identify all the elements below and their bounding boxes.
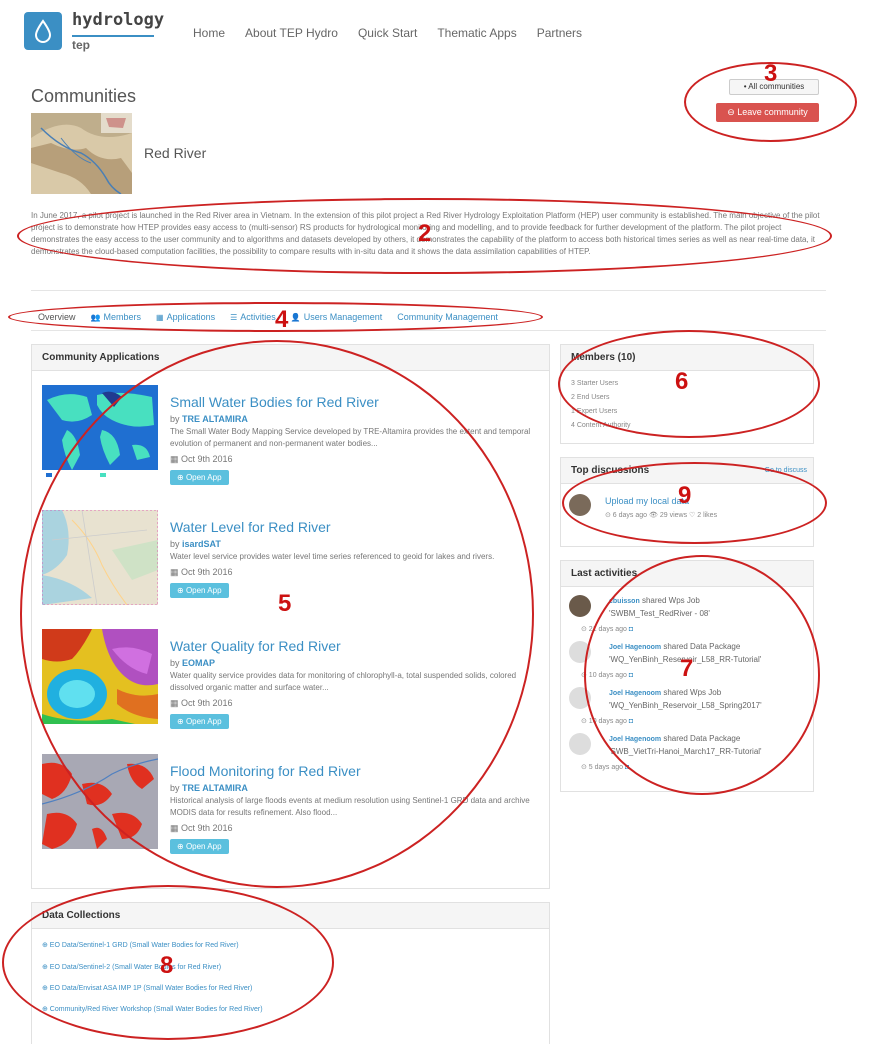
annotation-number: 4 [275, 306, 289, 333]
logo-subtitle: tep [72, 35, 154, 52]
page-title: Communities [31, 86, 137, 106]
activity-user[interactable]: Joel Hagenoom [609, 644, 661, 651]
tab-activities[interactable]: ☰ Activities [230, 312, 276, 322]
discussion-meta: ⊙ 6 days ago 👁 29 views ♡ 2 likes [605, 512, 718, 519]
activity-target: 'SWB_VietTri-Hanoi_March17_RR-Tutorial' [609, 747, 762, 756]
community-map-image [31, 113, 132, 194]
panel-title: Data Collections [32, 903, 549, 929]
app-description: Water quality service provides data for … [170, 671, 517, 692]
share-icon[interactable]: ◘ [629, 672, 633, 679]
tab-overview[interactable]: Overview [38, 312, 76, 322]
tab-members[interactable]: 👥 Members [91, 312, 141, 322]
annotation-number: 7 [680, 655, 694, 682]
nav-thematic-apps[interactable]: Thematic Apps [437, 26, 516, 40]
panel-title: Community Applications [32, 345, 549, 371]
divider [31, 330, 826, 331]
app-description: Historical analysis of large floods even… [170, 796, 530, 817]
activity-user[interactable]: Joel Hagenoom [609, 736, 661, 743]
go-to-discuss-link[interactable]: Go to discuss [765, 458, 807, 484]
activity-target: 'SWBM_Test_RedRiver - 08' [609, 609, 710, 618]
open-app-button[interactable]: ⊕ Open App [170, 839, 229, 854]
app-author[interactable]: isardSAT [182, 539, 221, 549]
member-count-line: 4 Content Authority [571, 422, 631, 429]
logo-title[interactable]: hydrology [72, 10, 164, 30]
app-date: Oct 9th 2016 [181, 698, 233, 708]
globe-icon: ⊕ [177, 717, 186, 726]
panel-title: Last activities [561, 561, 813, 587]
globe-icon: ⊕ [177, 586, 186, 595]
data-collections-panel: Data Collections ⊕ EO Data/Sentinel-1 GR… [31, 902, 550, 1044]
annotation-number: 9 [678, 482, 692, 509]
tab-applications[interactable]: ▦ Applications [156, 312, 215, 322]
app-title[interactable]: Flood Monitoring for Red River [170, 763, 535, 779]
member-count-line: 1 Expert Users [571, 408, 618, 415]
data-collection-link[interactable]: ⊕ EO Data/Envisat ASA IMP 1P (Small Wate… [42, 984, 252, 992]
logo-icon[interactable] [24, 12, 62, 50]
nav-home[interactable]: Home [193, 26, 225, 40]
annotation-number: 6 [675, 368, 689, 395]
activity-user[interactable]: cbuisson [609, 598, 640, 605]
avatar [569, 733, 591, 755]
app-title[interactable]: Small Water Bodies for Red River [170, 394, 535, 410]
calendar-icon: ▦ [170, 823, 182, 833]
app-date: Oct 9th 2016 [181, 454, 233, 464]
data-collection-link[interactable]: ⊕ EO Data/Sentinel-2 (Small Water Bodies… [42, 963, 221, 971]
avatar [569, 595, 591, 617]
header: hydrology tep Home About TEP Hydro Quick… [0, 0, 872, 70]
share-icon[interactable]: ◘ [625, 764, 629, 771]
annotation-number: 2 [418, 220, 432, 247]
app-date: Oct 9th 2016 [181, 823, 233, 833]
globe-icon: ⊕ [177, 473, 186, 482]
app-title[interactable]: Water Quality for Red River [170, 638, 535, 654]
avatar [569, 494, 591, 516]
app-date: Oct 9th 2016 [181, 567, 233, 577]
annotation-number: 5 [278, 590, 292, 617]
app-thumbnail[interactable] [42, 385, 158, 480]
avatar [569, 687, 591, 709]
app-title[interactable]: Water Level for Red River [170, 519, 535, 535]
community-tabs: Overview 👥 Members ▦ Applications ☰ Activit… [38, 312, 498, 322]
divider [31, 290, 826, 291]
app-thumbnail[interactable] [42, 629, 158, 724]
annotation-number: 3 [764, 60, 778, 87]
calendar-icon: ▦ [170, 567, 182, 577]
app-description: Water level service provides water level… [170, 552, 495, 561]
panel-title: Top discussions [571, 465, 650, 476]
tab-community-management[interactable]: Community Management [397, 312, 498, 322]
nav-quick-start[interactable]: Quick Start [358, 26, 417, 40]
calendar-icon: ▦ [170, 454, 182, 464]
app-author[interactable]: EOMAP [182, 658, 215, 668]
avatar [569, 641, 591, 663]
app-thumbnail[interactable] [42, 510, 158, 605]
share-icon[interactable]: ◘ [629, 626, 633, 633]
app-author[interactable]: TRE ALTAMIRA [182, 783, 248, 793]
nav-partners[interactable]: Partners [537, 26, 582, 40]
user-plus-icon: 👤 [290, 313, 301, 322]
app-thumbnail[interactable] [42, 754, 158, 849]
share-icon[interactable]: ◘ [629, 718, 633, 725]
book-icon: ▦ [156, 313, 164, 322]
data-collection-link[interactable]: ⊕ EO Data/Sentinel-1 GRD (Small Water Bo… [42, 941, 239, 949]
globe-icon: ⊕ [177, 842, 186, 851]
open-app-button[interactable]: ⊕ Open App [170, 714, 229, 729]
data-collection-link[interactable]: ⊕ Community/Red River Workshop (Small Wa… [42, 1005, 263, 1013]
calendar-icon: ▦ [170, 698, 182, 708]
open-app-button[interactable]: ⊕ Open App [170, 583, 229, 598]
users-icon: 👥 [90, 313, 101, 322]
app-description: The Small Water Body Mapping Service dev… [170, 427, 531, 448]
discussion-topic-link[interactable]: Upload my local data [605, 496, 689, 506]
activity-user[interactable]: Joel Hagenoom [609, 690, 661, 697]
open-app-button[interactable]: ⊕ Open App [170, 470, 229, 485]
leave-community-button[interactable]: ⊖ Leave community [716, 103, 819, 122]
annotation-number: 8 [160, 952, 174, 979]
tab-users-management[interactable]: 👤 Users Management [291, 312, 383, 322]
list-icon: ☰ [230, 313, 238, 322]
community-name: Red River [144, 145, 207, 161]
nav-about[interactable]: About TEP Hydro [245, 26, 338, 40]
app-author[interactable]: TRE ALTAMIRA [182, 414, 248, 424]
activity-target: 'WQ_YenBinh_Reservoir_L58_Spring2017' [609, 701, 762, 710]
main-nav: Home About TEP Hydro Quick Start Themati… [193, 26, 582, 40]
